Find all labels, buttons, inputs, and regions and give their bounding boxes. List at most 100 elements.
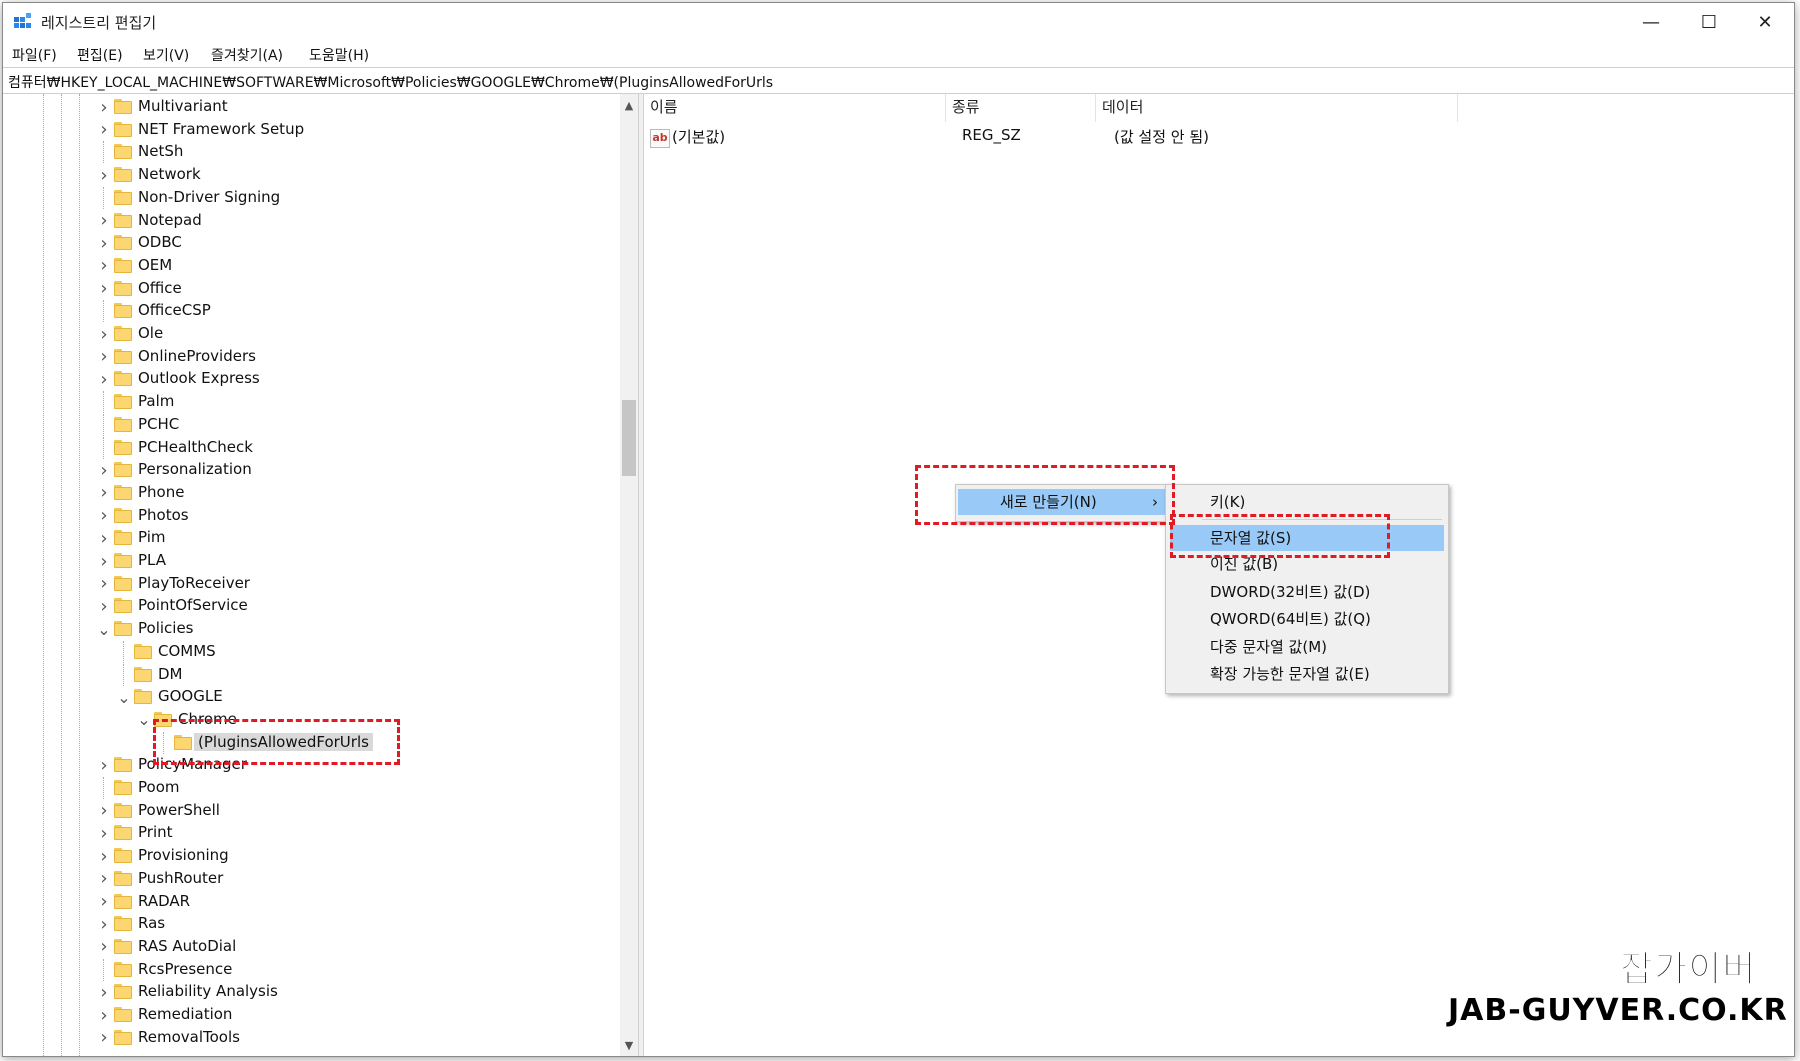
- address-bar[interactable]: 컴퓨터₩HKEY_LOCAL_MACHINE₩SOFTWARE₩Microsof…: [3, 67, 1794, 94]
- chevron-right-icon[interactable]: ›: [97, 368, 111, 390]
- tree-item[interactable]: Palm: [3, 391, 618, 414]
- tree-item[interactable]: › Notepad: [3, 210, 618, 232]
- tree-item[interactable]: › PointOfService: [3, 595, 618, 617]
- tree-item[interactable]: › OEM: [3, 255, 618, 277]
- scroll-up-icon[interactable]: ▲: [620, 96, 638, 114]
- tree-item[interactable]: › PushRouter: [3, 868, 618, 890]
- chevron-right-icon[interactable]: ›: [97, 505, 111, 527]
- chevron-right-icon[interactable]: ›: [97, 346, 111, 368]
- chevron-right-icon[interactable]: ›: [97, 868, 111, 890]
- chevron-right-icon[interactable]: ›: [97, 164, 111, 186]
- tree-item[interactable]: › Outlook Express: [3, 368, 618, 390]
- scroll-down-icon[interactable]: ▼: [620, 1036, 638, 1054]
- tree-item[interactable]: › Print: [3, 822, 618, 844]
- menu-file[interactable]: 파일(F): [12, 45, 57, 65]
- chevron-right-icon[interactable]: ›: [97, 323, 111, 345]
- submenu-item[interactable]: QWORD(64비트) 값(Q): [1170, 606, 1444, 632]
- tree-item[interactable]: › PowerShell: [3, 800, 618, 822]
- chevron-right-icon[interactable]: ›: [97, 981, 111, 1003]
- chevron-right-icon[interactable]: ›: [97, 482, 111, 504]
- submenu-item[interactable]: 이진 값(B): [1170, 551, 1444, 577]
- maximize-button[interactable]: ☐: [1681, 3, 1737, 41]
- value-name[interactable]: (기본값): [672, 126, 725, 150]
- tree-item[interactable]: › Network: [3, 164, 618, 186]
- chevron-right-icon[interactable]: ›: [97, 913, 111, 935]
- menu-help[interactable]: 도움말(H): [309, 45, 369, 65]
- tree-item[interactable]: › Remediation: [3, 1004, 618, 1026]
- submenu-item[interactable]: DWORD(32비트) 값(D): [1170, 579, 1444, 605]
- chevron-right-icon[interactable]: ›: [97, 936, 111, 958]
- chevron-down-icon[interactable]: ⌄: [137, 709, 151, 731]
- tree-item[interactable]: › Photos: [3, 505, 618, 527]
- tree-item[interactable]: › Ras: [3, 913, 618, 935]
- submenu-item[interactable]: 확장 가능한 문자열 값(E): [1170, 661, 1444, 687]
- submenu-item[interactable]: 문자열 값(S): [1170, 525, 1444, 551]
- tree-item[interactable]: OfficeCSP: [3, 300, 618, 323]
- tree-item[interactable]: › OnlineProviders: [3, 346, 618, 368]
- chevron-down-icon[interactable]: ⌄: [117, 686, 131, 708]
- tree-item[interactable]: › Provisioning: [3, 845, 618, 867]
- tree-item[interactable]: (PluginsAllowedForUrls: [3, 731, 618, 754]
- chevron-right-icon[interactable]: ›: [97, 891, 111, 913]
- chevron-right-icon[interactable]: ›: [97, 96, 111, 118]
- tree-item[interactable]: Non-Driver Signing: [3, 186, 618, 209]
- minimize-button[interactable]: —: [1623, 3, 1679, 41]
- chevron-right-icon[interactable]: ›: [97, 1004, 111, 1026]
- tree-item[interactable]: RcsPresence: [3, 958, 618, 981]
- tree-item[interactable]: › PolicyManager: [3, 754, 618, 776]
- menu-edit[interactable]: 편집(E): [77, 45, 123, 65]
- tree-item[interactable]: › ODBC: [3, 232, 618, 254]
- chevron-right-icon[interactable]: ›: [97, 800, 111, 822]
- tree-item[interactable]: ⌄ GOOGLE: [3, 686, 618, 708]
- chevron-right-icon[interactable]: ›: [97, 119, 111, 141]
- column-name[interactable]: 이름: [644, 94, 946, 122]
- tree-item[interactable]: › Multivariant: [3, 96, 618, 118]
- tree-item[interactable]: › PlayToReceiver: [3, 573, 618, 595]
- chevron-right-icon[interactable]: ›: [97, 845, 111, 867]
- tree-item[interactable]: › Ole: [3, 323, 618, 345]
- tree-item[interactable]: › NET Framework Setup: [3, 119, 618, 141]
- tree-item[interactable]: › Phone: [3, 482, 618, 504]
- column-data[interactable]: 데이터: [1096, 94, 1458, 122]
- tree-item[interactable]: › RAS AutoDial: [3, 936, 618, 958]
- chevron-right-icon[interactable]: ›: [97, 595, 111, 617]
- chevron-right-icon[interactable]: ›: [97, 527, 111, 549]
- tree-item[interactable]: › Reliability Analysis: [3, 981, 618, 1003]
- tree-item[interactable]: Poom: [3, 777, 618, 799]
- scroll-thumb[interactable]: [622, 400, 636, 476]
- tree-item[interactable]: › Personalization: [3, 459, 618, 481]
- submenu-item[interactable]: 다중 문자열 값(M): [1170, 634, 1444, 660]
- chevron-right-icon[interactable]: ›: [97, 822, 111, 844]
- menu-item-new[interactable]: 새로 만들기(N) ›: [958, 489, 1170, 515]
- tree-item[interactable]: ⌄ Policies: [3, 618, 618, 640]
- address-path[interactable]: 컴퓨터₩HKEY_LOCAL_MACHINE₩SOFTWARE₩Microsof…: [8, 72, 773, 92]
- title-bar[interactable]: 레지스트리 편집기 — ☐ ✕: [3, 3, 1794, 41]
- chevron-right-icon[interactable]: ›: [97, 754, 111, 776]
- tree-item[interactable]: › RADAR: [3, 891, 618, 913]
- chevron-right-icon[interactable]: ›: [97, 210, 111, 232]
- column-type[interactable]: 종류: [946, 94, 1096, 122]
- chevron-down-icon[interactable]: ⌄: [97, 618, 111, 640]
- tree-item[interactable]: NetSh: [3, 141, 618, 164]
- tree-scrollbar[interactable]: ▲ ▼: [620, 94, 638, 1056]
- menu-view[interactable]: 보기(V): [143, 45, 189, 65]
- chevron-right-icon[interactable]: ›: [97, 232, 111, 254]
- tree-item[interactable]: › Office: [3, 278, 618, 300]
- chevron-right-icon[interactable]: ›: [97, 1027, 111, 1049]
- chevron-right-icon[interactable]: ›: [97, 278, 111, 300]
- close-button[interactable]: ✕: [1737, 3, 1793, 41]
- submenu-item[interactable]: 키(K): [1170, 489, 1444, 515]
- chevron-right-icon[interactable]: ›: [97, 550, 111, 572]
- chevron-right-icon[interactable]: ›: [97, 573, 111, 595]
- chevron-right-icon[interactable]: ›: [97, 255, 111, 277]
- tree-item[interactable]: ⌄ Chrome: [3, 709, 618, 731]
- chevron-right-icon[interactable]: ›: [97, 459, 111, 481]
- tree-item[interactable]: PCHC: [3, 413, 618, 436]
- tree-item[interactable]: › Pim: [3, 527, 618, 549]
- tree-item[interactable]: › RemovalTools: [3, 1027, 618, 1049]
- tree-item[interactable]: DM: [3, 663, 618, 686]
- tree-item[interactable]: PCHealthCheck: [3, 436, 618, 459]
- tree-item[interactable]: › PLA: [3, 550, 618, 572]
- tree-item[interactable]: COMMS: [3, 640, 618, 663]
- menu-favorites[interactable]: 즐겨찾기(A): [211, 45, 283, 65]
